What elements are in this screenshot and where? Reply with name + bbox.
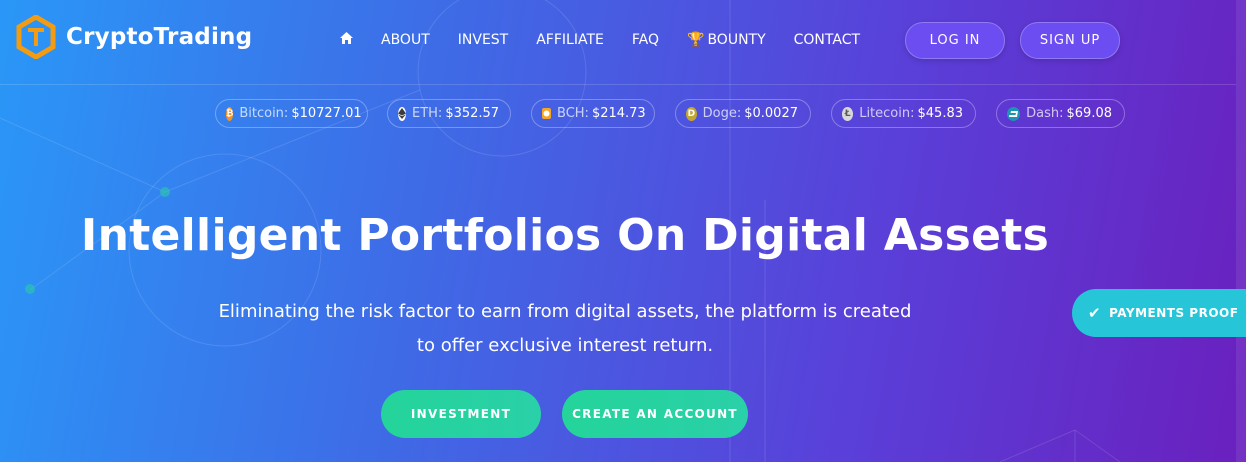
ticker-item-bch: BCH: $214.73 bbox=[531, 99, 655, 128]
nav-item-about[interactable]: ABOUT bbox=[381, 32, 430, 48]
dash-icon bbox=[1007, 106, 1021, 121]
investment-button[interactable]: INVESTMENT bbox=[381, 390, 541, 438]
main-nav: ABOUT INVEST AFFILIATE FAQ 🏆 BOUNTY CONTA… bbox=[340, 30, 888, 50]
trophy-icon: 🏆 bbox=[687, 32, 705, 48]
scrollbar-track[interactable] bbox=[1236, 0, 1246, 462]
dogecoin-icon: D bbox=[686, 106, 697, 121]
ticker-item-bitcoin: ₿ Bitcoin: $10727.01 bbox=[215, 99, 368, 128]
ticker-item-eth: ETH: $352.57 bbox=[387, 99, 511, 128]
check-icon: ✔ bbox=[1088, 304, 1102, 322]
header-divider bbox=[0, 84, 1236, 85]
nav-item-faq[interactable]: FAQ bbox=[632, 32, 659, 48]
nav-item-bounty[interactable]: 🏆 BOUNTY bbox=[687, 32, 766, 48]
nav-item-affiliate[interactable]: AFFILIATE bbox=[536, 32, 604, 48]
login-button[interactable]: LOG IN bbox=[905, 22, 1005, 59]
ethereum-icon bbox=[398, 106, 406, 121]
ticker-item-dash: Dash: $69.08 bbox=[996, 99, 1125, 128]
nav-item-invest[interactable]: INVEST bbox=[458, 32, 508, 48]
logo-icon bbox=[16, 15, 56, 59]
litecoin-icon: Ł bbox=[842, 106, 854, 121]
signup-button[interactable]: SIGN UP bbox=[1020, 22, 1120, 59]
brand-name: CryptoTrading bbox=[66, 24, 253, 50]
home-icon[interactable] bbox=[340, 32, 353, 48]
ticker-item-litecoin: Ł Litecoin: $45.83 bbox=[831, 99, 976, 128]
nav-item-contact[interactable]: CONTACT bbox=[794, 32, 860, 48]
create-account-button[interactable]: CREATE AN ACCOUNT bbox=[562, 390, 748, 438]
ticker-item-doge: D Doge: $0.0027 bbox=[675, 99, 811, 128]
payments-proof-button[interactable]: ✔ PAYMENTS PROOF bbox=[1072, 289, 1246, 337]
brand-logo[interactable]: CryptoTrading bbox=[16, 15, 252, 59]
payments-proof-label: PAYMENTS PROOF bbox=[1109, 306, 1239, 320]
bitcoin-cash-icon bbox=[542, 108, 551, 119]
hero-subtitle-line-2: to offer exclusive interest return. bbox=[416, 335, 714, 356]
bitcoin-icon: ₿ bbox=[226, 106, 234, 121]
hero-subtitle: Eliminating the risk factor to earn from… bbox=[200, 295, 930, 363]
hero-title: Intelligent Portfolios On Digital Assets bbox=[80, 210, 1050, 261]
nav-item-bounty-label: BOUNTY bbox=[707, 32, 766, 48]
hero-subtitle-line-1: Eliminating the risk factor to earn from… bbox=[218, 301, 912, 322]
